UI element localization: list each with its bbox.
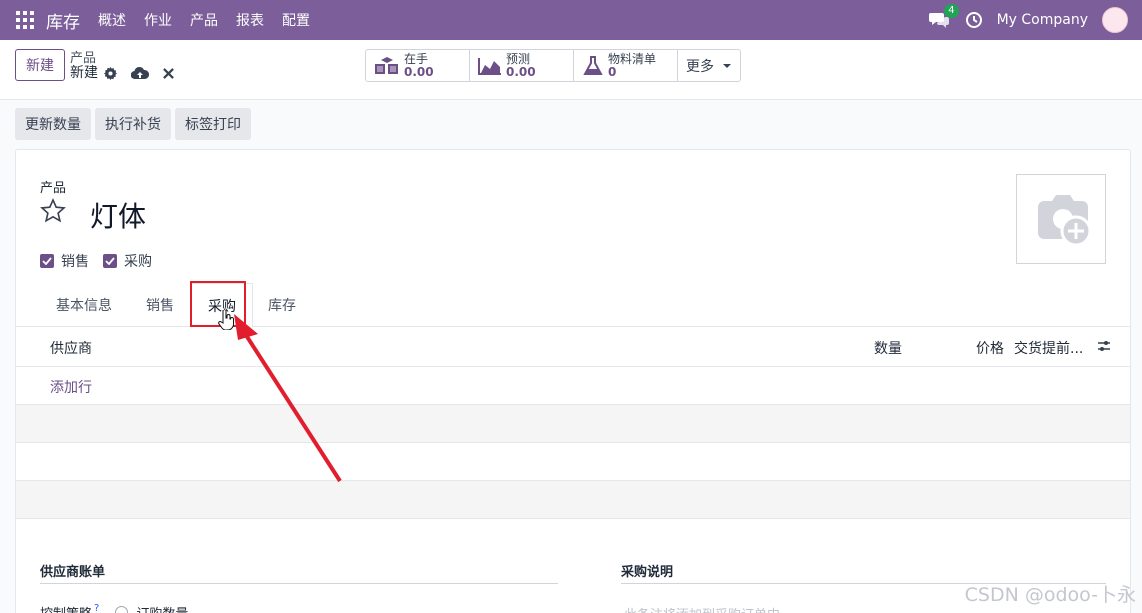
form-notebook-tabs: 基本信息 销售 采购 库存 [16, 283, 1130, 328]
favorite-star-icon[interactable] [40, 198, 66, 224]
control-panel: 新建 产品 新建 在手 0.00 预测 0.00 物料清单 0 更多 [0, 40, 1142, 100]
form-sheet: 产品 灯体 销售 采购 基本信息 销售 采购 库存 供应商 数量 价格 交货提前… [15, 149, 1131, 613]
table-row-add: 添加行 [16, 367, 1130, 405]
messages-count-badge: 4 [944, 4, 959, 18]
add-line-link[interactable]: 添加行 [50, 377, 92, 397]
replenish-button[interactable]: 执行补货 [95, 108, 171, 140]
gear-icon[interactable] [104, 66, 117, 80]
update-quantity-button[interactable]: 更新数量 [15, 108, 91, 140]
vendor-pricelist-table: 供应商 数量 价格 交货提前... 添加行 [16, 327, 1130, 519]
can-be-sold-label: 销售 [61, 254, 89, 270]
smart-buttons: 在手 0.00 预测 0.00 物料清单 0 更多 [365, 49, 741, 82]
col-lead-time[interactable]: 交货提前... [1014, 338, 1083, 358]
can-be-sold-checkbox[interactable]: 销售 [40, 251, 89, 271]
print-labels-button[interactable]: 标签打印 [175, 108, 251, 140]
table-row [16, 481, 1130, 519]
user-avatar[interactable] [1102, 7, 1128, 33]
cubes-icon [375, 56, 398, 74]
messages-icon[interactable]: 4 [928, 4, 959, 29]
header-buttons: 更新数量 执行补货 标签打印 [15, 108, 251, 140]
cloud-upload-icon[interactable] [131, 66, 149, 80]
top-navbar: 库存 概述 作业 产品 报表 配置 4 My Company [0, 0, 1142, 40]
stat-on-hand[interactable]: 在手 0.00 [366, 50, 470, 81]
breadcrumb-parent[interactable]: 产品 [70, 51, 98, 66]
stat-bom-label: 物料清单 [608, 51, 657, 66]
record-actions [104, 66, 174, 80]
product-image-upload[interactable] [1016, 174, 1106, 264]
stat-forecasted[interactable]: 预测 0.00 [470, 50, 574, 81]
breadcrumb-current: 新建 [70, 65, 98, 81]
camera-add-icon [1038, 195, 1092, 247]
purchase-description-input[interactable]: 此备注将添加到采购订单中 [624, 604, 780, 613]
tab-sales[interactable]: 销售 [146, 295, 174, 315]
table-row [16, 443, 1130, 481]
checkbox-checked-icon [40, 254, 54, 268]
menu-item-reporting[interactable]: 报表 [236, 10, 264, 30]
navbar-right: 4 My Company [928, 0, 1128, 40]
section-vendor-bills: 供应商账单 [40, 561, 558, 584]
control-policy-label: 控制策略 [40, 603, 92, 613]
new-button[interactable]: 新建 [15, 49, 65, 81]
hand-cursor-icon [218, 310, 234, 330]
table-row [16, 405, 1130, 443]
tab-inventory[interactable]: 库存 [268, 295, 296, 315]
menu-item-operations[interactable]: 作业 [144, 10, 172, 30]
product-name-field[interactable]: 灯体 [90, 195, 146, 235]
stat-forecasted-value: 0.00 [506, 64, 536, 79]
stat-bom[interactable]: 物料清单 0 [574, 50, 678, 81]
product-flags: 销售 采购 [40, 251, 152, 271]
watermark: CSDN @odoo-卜永 [964, 584, 1136, 606]
more-label: 更多 [686, 58, 714, 75]
breadcrumb: 产品 新建 [70, 51, 98, 81]
control-policy-field: 控制策略 ? 订购数量 [40, 603, 188, 613]
stat-on-hand-value: 0.00 [404, 64, 434, 79]
main-menu: 概述 作业 产品 报表 配置 [98, 10, 328, 30]
radio-ordered-qty-label[interactable]: 订购数量 [136, 603, 188, 613]
flask-icon [583, 55, 603, 75]
col-vendor[interactable]: 供应商 [50, 338, 92, 358]
optional-columns-icon[interactable] [1097, 339, 1111, 353]
stat-forecasted-label: 预测 [506, 51, 531, 66]
stat-on-hand-label: 在手 [404, 51, 429, 66]
can-be-purchased-label: 采购 [124, 254, 152, 270]
stat-bom-value: 0 [608, 64, 617, 79]
product-label: 产品 [40, 181, 67, 196]
col-quantity[interactable]: 数量 [874, 338, 902, 358]
can-be-purchased-checkbox[interactable]: 采购 [103, 251, 152, 271]
table-header: 供应商 数量 价格 交货提前... [16, 327, 1130, 367]
radio-ordered-qty[interactable] [115, 606, 129, 613]
menu-item-products[interactable]: 产品 [190, 10, 218, 30]
apps-menu-icon[interactable] [16, 11, 34, 29]
more-dropdown[interactable]: 更多 [678, 50, 740, 81]
app-name[interactable]: 库存 [46, 8, 80, 33]
activity-clock-icon[interactable] [965, 11, 983, 29]
menu-item-configuration[interactable]: 配置 [282, 10, 310, 30]
help-tooltip-icon[interactable]: ? [94, 603, 99, 613]
col-price[interactable]: 价格 [976, 338, 1004, 358]
area-chart-icon [478, 57, 501, 75]
caret-down-icon [723, 63, 731, 68]
company-switcher[interactable]: My Company [997, 12, 1088, 28]
menu-item-overview[interactable]: 概述 [98, 10, 126, 30]
checkbox-checked-icon [103, 254, 117, 268]
tab-general-info[interactable]: 基本信息 [56, 295, 112, 315]
discard-close-icon[interactable] [163, 67, 174, 79]
